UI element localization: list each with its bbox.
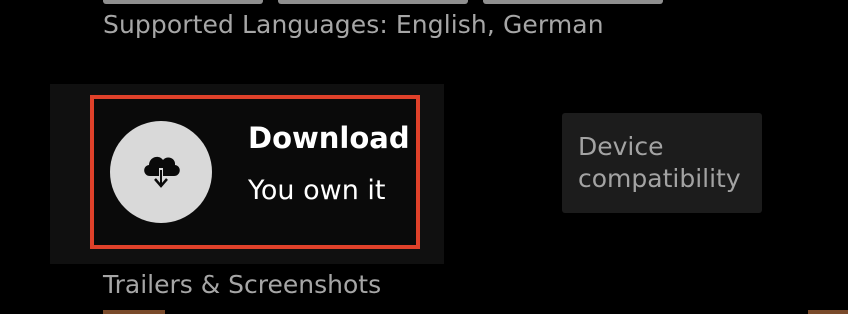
download-title: Download [248,121,410,155]
app-detail-page: Supported Languages: English, German Dow… [0,0,848,314]
trailers-screenshots-heading: Trailers & Screenshots [103,270,382,299]
trailer-thumbnail[interactable] [103,310,165,314]
trailer-thumbnail[interactable] [808,310,848,314]
cut-off-detail-line [103,0,663,4]
device-compatibility-button[interactable]: Device compatibility [562,113,762,213]
device-compatibility-label: Device compatibility [578,132,741,193]
download-button[interactable]: Download You own it [90,95,420,249]
cloud-download-icon [144,156,180,188]
supported-languages-text: Supported Languages: English, German [103,10,604,39]
ownership-status: You own it [248,175,386,206]
download-circle [110,121,212,223]
